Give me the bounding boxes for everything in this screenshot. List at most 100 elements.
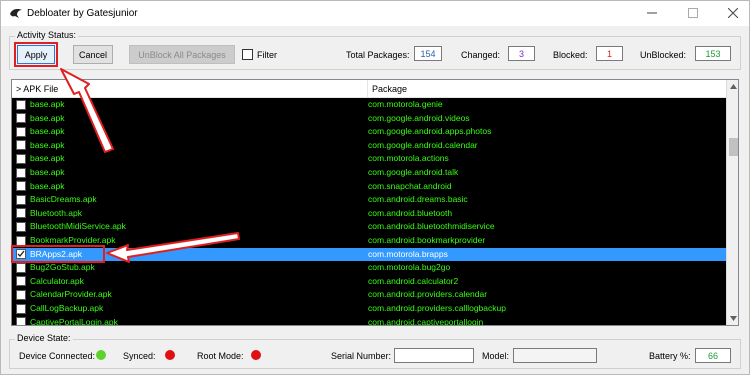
grid-header: > APK File Package — [12, 80, 726, 98]
package-cell: com.snapchat.android — [368, 180, 452, 191]
apk-file-cell: Calculator.apk — [30, 275, 84, 286]
row-checkbox[interactable] — [16, 208, 26, 219]
apk-file-cell: BookmarkProvider.apk — [30, 234, 116, 245]
total-packages-label: Total Packages: — [346, 50, 410, 60]
apk-file-cell: base.apk — [30, 112, 65, 123]
apk-file-cell: CaptivePortalLogin.apk — [30, 316, 118, 326]
root-mode-label: Root Mode: — [197, 351, 244, 361]
minimize-button[interactable] — [639, 4, 665, 22]
blocked-label: Blocked: — [553, 50, 588, 60]
row-checkbox[interactable] — [16, 303, 26, 314]
minimize-icon — [647, 12, 657, 14]
apk-file-cell: base.apk — [30, 166, 65, 177]
row-checkbox[interactable] — [16, 153, 26, 164]
apply-button[interactable]: Apply — [17, 45, 55, 64]
unblocked-label: UnBlocked: — [640, 50, 687, 60]
row-checkbox[interactable] — [16, 181, 26, 192]
maximize-button[interactable] — [680, 4, 706, 22]
cancel-button[interactable]: Cancel — [73, 45, 113, 64]
package-cell: com.google.android.calendar — [368, 139, 478, 150]
unblock-all-button[interactable]: UnBlock All Packages — [129, 45, 235, 64]
package-cell: com.google.android.videos — [368, 112, 470, 123]
package-cell: com.android.captiveportallogin — [368, 316, 484, 326]
total-packages-value: 154 — [414, 46, 442, 61]
close-button[interactable] — [720, 4, 746, 22]
apk-file-cell: BasicDreams.apk — [30, 194, 97, 205]
serial-number-field — [394, 348, 474, 363]
table-row[interactable]: Calculator.apk com.android.calculator2 — [12, 275, 726, 289]
package-cell: com.android.providers.calllogbackup — [368, 302, 506, 313]
synced-indicator-icon — [165, 350, 175, 360]
row-checkbox[interactable] — [16, 126, 26, 137]
filter-checkbox[interactable] — [242, 49, 253, 60]
package-rows: base.apk com.motorola.genie base.apk com.go… — [12, 98, 726, 326]
package-cell: com.android.providers.calendar — [368, 289, 488, 300]
row-checkbox[interactable] — [16, 317, 26, 325]
model-field — [513, 348, 597, 363]
package-column-header[interactable]: Package — [368, 80, 726, 98]
row-checkbox[interactable] — [16, 140, 26, 151]
apk-file-cell: base.apk — [30, 99, 65, 109]
table-row[interactable]: CaptivePortalLogin.apk com.android.captiv… — [12, 316, 726, 326]
row-checkbox[interactable] — [16, 235, 26, 246]
vertical-scrollbar[interactable] — [726, 80, 738, 325]
table-row[interactable]: base.apk com.google.android.talk — [12, 166, 726, 180]
app-window: Debloater by Gatesjunior Activity Status… — [0, 0, 750, 375]
device-state-label: Device State: — [15, 333, 73, 343]
package-grid[interactable]: > APK File Package base.apk com.motorola.… — [11, 79, 739, 326]
table-row[interactable]: BookmarkProvider.apk com.android.bookmark… — [12, 234, 726, 248]
maximize-icon — [688, 8, 698, 18]
apk-file-cell: base.apk — [30, 126, 65, 137]
table-row[interactable]: BRApps2.apk com.motorola.brapps — [12, 247, 726, 262]
table-row[interactable]: BluetoothMidiService.apk com.android.blue… — [12, 220, 726, 234]
table-row[interactable]: Bug2GoStub.apk com.motorola.bug2go — [12, 261, 726, 275]
device-connected-label: Device Connected: — [19, 351, 96, 361]
package-cell: com.motorola.bug2go — [368, 262, 451, 273]
table-row[interactable]: base.apk com.motorola.genie — [12, 98, 726, 112]
scrollbar-thumb[interactable] — [729, 138, 738, 156]
package-cell: com.motorola.genie — [368, 99, 443, 109]
app-logo-icon — [10, 9, 22, 18]
row-checkbox[interactable] — [16, 289, 26, 300]
apk-file-cell: BRApps2.apk — [30, 248, 82, 259]
row-checkbox[interactable] — [16, 113, 26, 124]
apk-file-cell: base.apk — [30, 180, 65, 191]
row-checkbox[interactable] — [16, 249, 26, 260]
title-bar: Debloater by Gatesjunior — [1, 1, 749, 26]
battery-label: Battery %: — [649, 351, 691, 361]
row-checkbox[interactable] — [16, 167, 26, 178]
apk-file-cell: base.apk — [30, 153, 65, 164]
table-row[interactable]: Bluetooth.apk com.android.bluetooth — [12, 207, 726, 221]
row-checkbox[interactable] — [16, 194, 26, 205]
row-checkbox[interactable] — [16, 262, 26, 273]
package-cell: com.motorola.actions — [368, 153, 449, 164]
table-row[interactable]: CalendarProvider.apk com.android.provider… — [12, 288, 726, 302]
apk-file-cell: Bluetooth.apk — [30, 207, 82, 218]
apk-file-cell: base.apk — [30, 139, 65, 150]
row-checkbox[interactable] — [16, 276, 26, 287]
scroll-down-icon[interactable] — [727, 312, 738, 325]
apk-file-column-header[interactable]: > APK File — [12, 80, 368, 98]
table-row[interactable]: base.apk com.google.android.videos — [12, 112, 726, 126]
scroll-up-icon[interactable] — [727, 80, 738, 93]
unblocked-value: 153 — [695, 46, 731, 61]
package-cell: com.motorola.brapps — [368, 248, 448, 259]
package-cell: com.google.android.apps.photos — [368, 126, 492, 137]
package-cell: com.android.bookmarkprovider — [368, 234, 486, 245]
package-cell: com.android.calculator2 — [368, 275, 459, 286]
synced-label: Synced: — [123, 351, 156, 361]
table-row[interactable]: base.apk com.snapchat.android — [12, 180, 726, 194]
package-cell: com.android.bluetoothmidiservice — [368, 221, 495, 232]
serial-number-label: Serial Number: — [331, 351, 392, 361]
table-row[interactable]: CallLogBackup.apk com.android.providers.c… — [12, 302, 726, 316]
table-row[interactable]: base.apk com.motorola.actions — [12, 152, 726, 166]
device-connected-indicator-icon — [96, 350, 106, 360]
row-checkbox[interactable] — [16, 221, 26, 232]
table-row[interactable]: base.apk com.google.android.calendar — [12, 139, 726, 153]
row-checkbox[interactable] — [16, 99, 26, 110]
package-cell: com.android.dreams.basic — [368, 194, 468, 205]
apk-file-cell: Bug2GoStub.apk — [30, 262, 95, 273]
table-row[interactable]: base.apk com.google.android.apps.photos — [12, 125, 726, 139]
root-mode-indicator-icon — [251, 350, 261, 360]
table-row[interactable]: BasicDreams.apk com.android.dreams.basic — [12, 193, 726, 207]
